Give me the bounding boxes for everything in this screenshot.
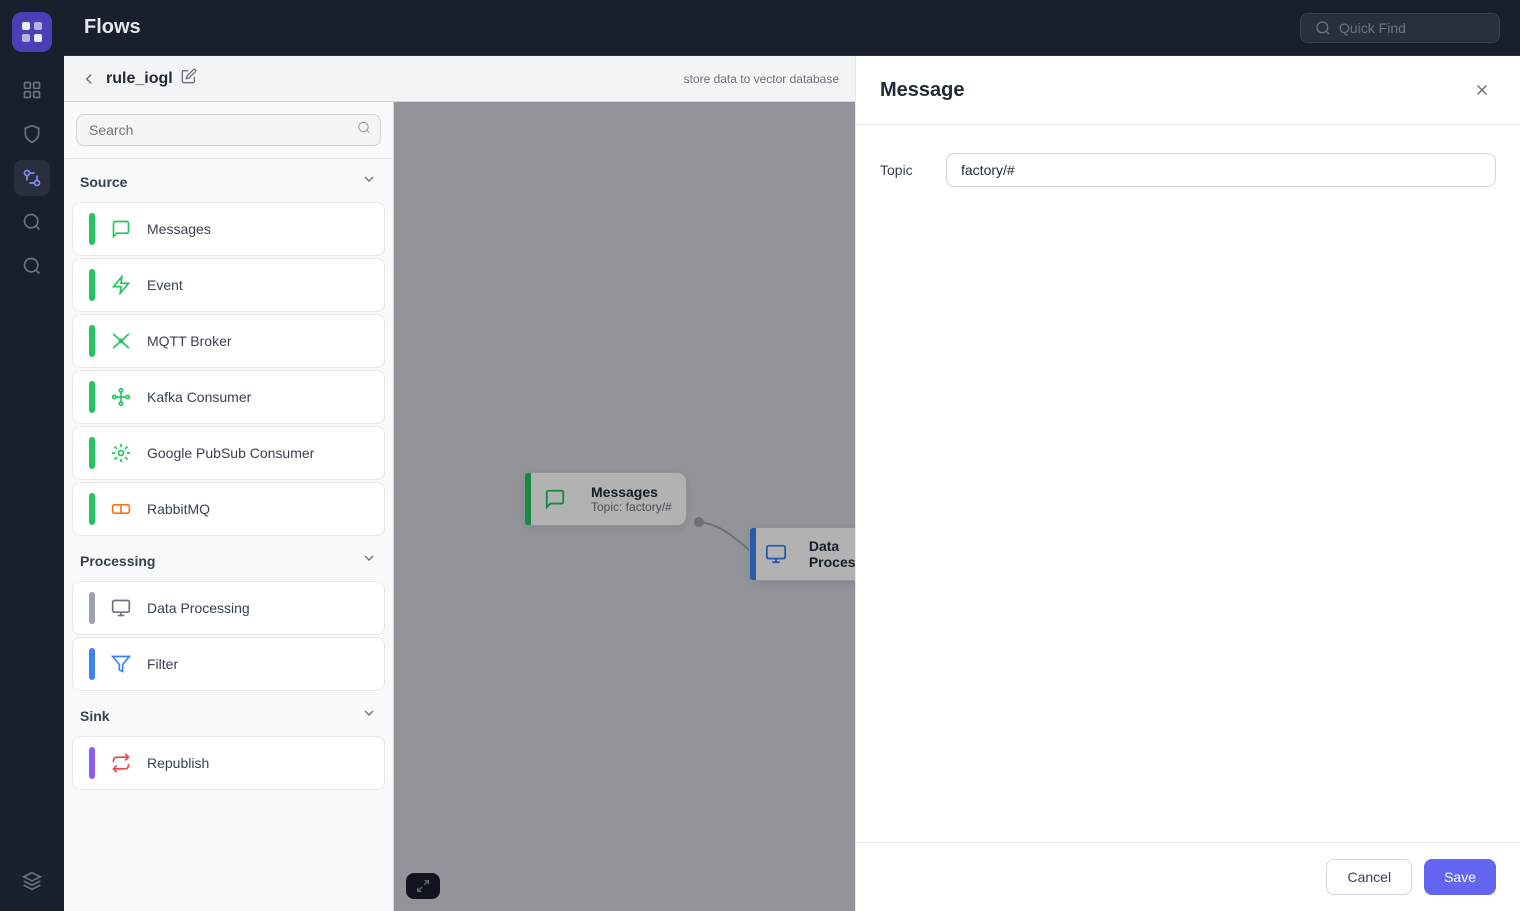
rule-header: rule_iogl store data to vector database [64,56,855,102]
main-area: Flows Quick Find rule_iogl store data to… [64,0,1520,911]
filter-label: Filter [147,656,178,672]
list-item[interactable]: Messages [72,202,385,256]
pubsub-label: Google PubSub Consumer [147,445,314,461]
data-processing-accent [89,592,95,624]
republish-icon [105,747,137,779]
overlay-dim [394,102,855,911]
source-chevron-icon [361,171,377,192]
event-label: Event [147,277,183,293]
processing-section-title: Processing [80,553,155,569]
republish-accent [89,747,95,779]
mqtt-icon [105,325,137,357]
message-panel-body: Topic [856,125,1520,842]
pubsub-icon [105,437,137,469]
topic-label: Topic [880,162,930,178]
event-icon [105,269,137,301]
messages-icon [105,213,137,245]
page-title: Flows [84,16,141,39]
topic-row: Topic [880,153,1496,187]
global-search-placeholder: Quick Find [1339,20,1406,36]
message-panel-title: Message [880,79,965,102]
mqtt-accent [89,325,95,357]
kafka-accent [89,381,95,413]
message-panel-header: Message [856,56,1520,125]
rabbitmq-icon [105,493,137,525]
cancel-button[interactable]: Cancel [1326,859,1412,895]
component-sidebar: Source Messages [64,102,394,911]
app-logo[interactable] [12,12,52,52]
processing-section-header[interactable]: Processing [64,538,393,579]
sidebar-search-input[interactable] [76,114,381,146]
message-panel-footer: Cancel Save [856,842,1520,911]
list-item[interactable]: Data Processing [72,581,385,635]
source-section-title: Source [80,174,127,190]
list-item[interactable]: Republish [72,736,385,790]
rule-description: store data to vector database [684,72,839,86]
list-item[interactable]: Filter [72,637,385,691]
messages-label: Messages [147,221,211,237]
flow-canvas[interactable]: Messages Topic: factory/# Data Processin… [394,102,855,911]
nav-shield-icon[interactable] [14,116,50,152]
processing-chevron-icon [361,550,377,571]
topic-input[interactable] [946,153,1496,187]
nav-analytics-icon[interactable] [14,204,50,240]
source-section-header[interactable]: Source [64,159,393,200]
sidebar-search-section [64,102,393,159]
list-item[interactable]: RabbitMQ [72,482,385,536]
republish-label: Republish [147,755,209,771]
edit-rule-icon[interactable] [181,68,197,89]
rule-panel: rule_iogl store data to vector database [64,56,855,911]
event-accent [89,269,95,301]
filter-icon [105,648,137,680]
nav-flows-icon[interactable] [14,160,50,196]
rule-body: Source Messages [64,102,855,911]
filter-accent [89,648,95,680]
sink-section-title: Sink [80,708,110,724]
messages-accent [89,213,95,245]
list-item[interactable]: MQTT Broker [72,314,385,368]
content-area: rule_iogl store data to vector database [64,56,1520,911]
message-close-button[interactable] [1468,76,1496,104]
nav-search-icon[interactable] [14,248,50,284]
list-item[interactable]: Kafka Consumer [72,370,385,424]
kafka-icon [105,381,137,413]
nav-layers-icon[interactable] [14,863,50,899]
rabbitmq-label: RabbitMQ [147,501,210,517]
pubsub-accent [89,437,95,469]
message-panel: Message Topic Cancel Save [855,56,1520,911]
kafka-label: Kafka Consumer [147,389,251,405]
mqtt-label: MQTT Broker [147,333,232,349]
data-processing-icon [105,592,137,624]
nav-sidebar [0,0,64,911]
list-item[interactable]: Google PubSub Consumer [72,426,385,480]
save-button[interactable]: Save [1424,859,1496,895]
nav-dashboard-icon[interactable] [14,72,50,108]
sink-chevron-icon [361,705,377,726]
rule-name: rule_iogl [106,70,173,88]
list-item[interactable]: Event [72,258,385,312]
sink-section-header[interactable]: Sink [64,693,393,734]
sidebar-search-icon [357,121,371,140]
data-processing-label: Data Processing [147,600,250,616]
rabbitmq-accent [89,493,95,525]
back-button[interactable] [80,70,98,88]
global-search[interactable]: Quick Find [1300,13,1500,43]
top-header: Flows Quick Find [64,0,1520,56]
